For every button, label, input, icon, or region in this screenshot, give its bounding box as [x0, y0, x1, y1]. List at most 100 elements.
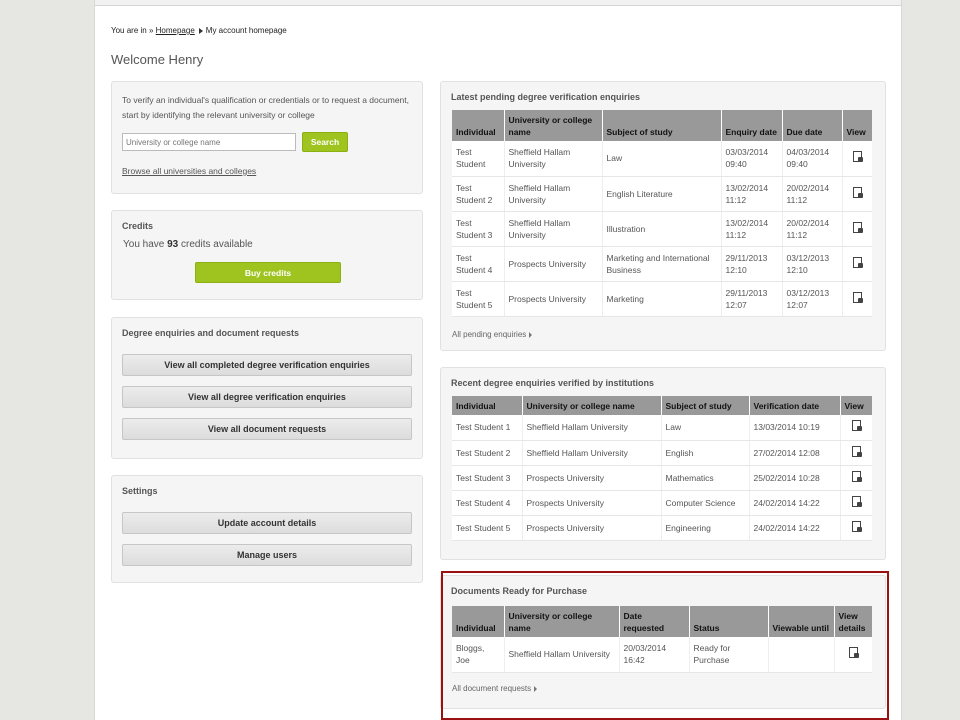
- document-view-icon[interactable]: [852, 186, 863, 198]
- credits-count: 93: [167, 239, 179, 250]
- document-view-icon[interactable]: [851, 420, 862, 432]
- table-cell: Test Student 2: [452, 440, 522, 466]
- table-cell: Test Student 3: [452, 465, 522, 491]
- table-cell: Sheffield Hallam University: [503, 176, 602, 212]
- search-description: To verify an individual's qualification …: [122, 95, 409, 120]
- document-view-icon[interactable]: [851, 445, 862, 457]
- table-cell: Sheffield Hallam University: [521, 440, 661, 466]
- browse-universities-link[interactable]: Browse all universities and colleges: [122, 166, 256, 176]
- table-cell: Marketing and International Business: [601, 246, 721, 282]
- table-cell: English: [660, 440, 749, 466]
- table-cell: Prospects University: [521, 465, 661, 491]
- table-row: Test Student 3 Prospects University Mathem…: [452, 465, 872, 491]
- view-cell: [841, 176, 872, 212]
- table-cell: Sheffield Hallam University: [503, 211, 602, 247]
- col-view: View: [841, 110, 872, 141]
- table-row: Test Student 1 Sheffield Hallam Universit…: [452, 415, 872, 441]
- search-button[interactable]: Search: [302, 132, 348, 152]
- col-individual: Individual: [452, 396, 522, 415]
- pending-enquiries-table: Individual University or college name Su…: [452, 110, 872, 317]
- view-cell: [841, 281, 872, 317]
- document-view-icon[interactable]: [851, 520, 862, 532]
- university-search-input[interactable]: [122, 133, 296, 151]
- view-cell: [841, 246, 872, 282]
- table-cell: 27/02/2014 12:08: [748, 440, 840, 466]
- settings-panel: Settings Update account details Manage u…: [111, 475, 423, 583]
- table-cell: 13/02/2014 11:12: [720, 211, 782, 247]
- view-cell: [839, 465, 872, 491]
- table-cell: Prospects University: [503, 281, 602, 317]
- view-document-requests-button[interactable]: View all document requests: [122, 418, 412, 440]
- settings-title: Settings: [122, 486, 158, 496]
- all-pending-enquiries-link[interactable]: All pending enquiries: [452, 330, 533, 339]
- breadcrumb-current: My account homepage: [205, 26, 287, 35]
- view-cell: [839, 440, 872, 466]
- table-cell: Mathematics: [660, 465, 749, 491]
- update-account-button[interactable]: Update account details: [122, 512, 412, 534]
- view-cell: [841, 141, 872, 177]
- highlight-box: [441, 571, 889, 720]
- document-view-icon[interactable]: [851, 495, 862, 507]
- document-view-icon[interactable]: [852, 221, 863, 233]
- table-row: Test Student Sheffield Hallam University L…: [452, 141, 872, 177]
- search-panel: To verify an individual's qualification …: [111, 81, 423, 194]
- table-cell: 13/02/2014 11:12: [720, 176, 782, 212]
- page-title: Welcome Henry: [111, 52, 204, 67]
- table-cell: 03/12/2013 12:10: [781, 246, 842, 282]
- table-cell: Illustration: [601, 211, 721, 247]
- breadcrumb-prefix: You are in »: [111, 26, 154, 35]
- table-cell: 20/02/2014 11:12: [781, 176, 842, 212]
- table-cell: Prospects University: [521, 490, 661, 516]
- table-cell: Prospects University: [503, 246, 602, 282]
- table-cell: 03/12/2013 12:07: [781, 281, 842, 317]
- credits-suffix: credits available: [181, 239, 253, 250]
- document-view-icon[interactable]: [852, 256, 863, 268]
- table-row: Test Student 5 Prospects University Engine…: [452, 515, 872, 541]
- col-subject: Subject of study: [660, 396, 749, 415]
- table-cell: Sheffield Hallam University: [521, 415, 661, 441]
- view-cell: [841, 211, 872, 247]
- table-row: Test Student 5 Prospects University Market…: [452, 281, 872, 317]
- table-row: Test Student 4 Prospects University Comput…: [452, 490, 872, 516]
- col-university: University or college name: [521, 396, 661, 415]
- manage-users-button[interactable]: Manage users: [122, 544, 412, 566]
- view-cell: [839, 415, 872, 441]
- table-cell: Prospects University: [521, 515, 661, 541]
- table-cell: Marketing: [601, 281, 721, 317]
- table-row: Test Student 3 Sheffield Hallam Universit…: [452, 211, 872, 247]
- triangle-right-icon: [529, 331, 533, 338]
- table-cell: 20/02/2014 11:12: [781, 211, 842, 247]
- recent-verified-panel: Recent degree enquiries verified by inst…: [440, 367, 886, 560]
- credits-prefix: You have: [123, 239, 165, 250]
- table-cell: Test Student 1: [452, 415, 522, 441]
- document-view-icon[interactable]: [852, 291, 863, 303]
- table-cell: Engineering: [660, 515, 749, 541]
- col-view: View: [839, 396, 872, 415]
- buy-credits-button[interactable]: Buy credits: [195, 262, 341, 283]
- view-all-enquiries-button[interactable]: View all degree verification enquiries: [122, 386, 412, 408]
- table-cell: Test Student 5: [452, 281, 504, 317]
- all-pending-enquiries-label: All pending enquiries: [452, 330, 527, 339]
- recent-verified-table: Individual University or college name Su…: [452, 396, 872, 541]
- table-cell: Test Student 4: [452, 490, 522, 516]
- col-verification-date: Verification date: [748, 396, 840, 415]
- pending-enquiries-title: Latest pending degree verification enqui…: [451, 92, 641, 102]
- table-cell: 29/11/2013 12:07: [720, 281, 782, 317]
- table-cell: Test Student 2: [452, 176, 504, 212]
- table-cell: Law: [601, 141, 721, 177]
- degree-enquiries-panel: Degree enquiries and document requests V…: [111, 317, 423, 459]
- document-view-icon[interactable]: [852, 151, 863, 163]
- col-individual: Individual: [452, 110, 504, 141]
- table-cell: 03/03/2014 09:40: [720, 141, 782, 177]
- table-cell: Computer Science: [660, 490, 749, 516]
- breadcrumb-home-link[interactable]: Homepage: [156, 26, 195, 35]
- top-bar: [95, 0, 901, 6]
- view-completed-enquiries-button[interactable]: View all completed degree verification e…: [122, 354, 412, 376]
- table-cell: English Literature: [601, 176, 721, 212]
- table-cell: Test Student 3: [452, 211, 504, 247]
- col-university: University or college name: [503, 110, 602, 141]
- col-enquiry-date: Enquiry date: [720, 110, 782, 141]
- document-view-icon[interactable]: [851, 470, 862, 482]
- table-cell: 25/02/2014 10:28: [748, 465, 840, 491]
- table-cell: Test Student: [452, 141, 504, 177]
